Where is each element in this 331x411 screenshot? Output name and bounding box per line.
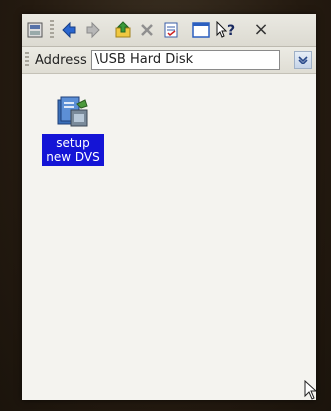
properties-icon — [164, 22, 178, 38]
toolbar-grip[interactable] — [50, 20, 54, 40]
up-folder-button[interactable] — [112, 19, 134, 41]
address-label: Address — [35, 52, 87, 68]
delete-icon — [141, 24, 153, 36]
forward-button[interactable] — [82, 19, 104, 41]
address-grip[interactable] — [25, 52, 29, 68]
setup-shortcut-icon — [57, 96, 88, 127]
file-list[interactable]: setup new DVS — [22, 74, 316, 400]
delete-button[interactable] — [136, 19, 158, 41]
help-button[interactable]: ? — [214, 19, 240, 41]
view-menu-button[interactable] — [24, 19, 46, 41]
file-item[interactable]: setup new DVS — [42, 94, 104, 166]
address-dropdown-button[interactable] — [294, 51, 312, 69]
file-item-label: setup new DVS — [42, 134, 104, 166]
window-button[interactable] — [190, 19, 212, 41]
back-arrow-icon — [62, 21, 76, 39]
forward-arrow-icon — [86, 21, 100, 39]
window-icon — [192, 22, 210, 38]
mouse-cursor-icon — [304, 380, 316, 400]
toolbar: ? × — [22, 14, 316, 47]
close-icon: × — [253, 19, 269, 40]
up-folder-icon — [115, 21, 131, 38]
view-icon — [27, 22, 43, 38]
close-button[interactable]: × — [250, 19, 272, 41]
address-bar: Address \USB Hard Disk — [22, 47, 316, 74]
address-input[interactable]: \USB Hard Disk — [90, 50, 280, 70]
back-button[interactable] — [58, 19, 80, 41]
help-icon-glyph: ? — [227, 23, 235, 39]
help-icon: ? — [216, 21, 235, 39]
properties-button[interactable] — [160, 19, 182, 41]
screen: ? × Address \USB Hard Disk setup new DVS — [22, 14, 316, 400]
chevron-down-icon — [298, 56, 308, 64]
